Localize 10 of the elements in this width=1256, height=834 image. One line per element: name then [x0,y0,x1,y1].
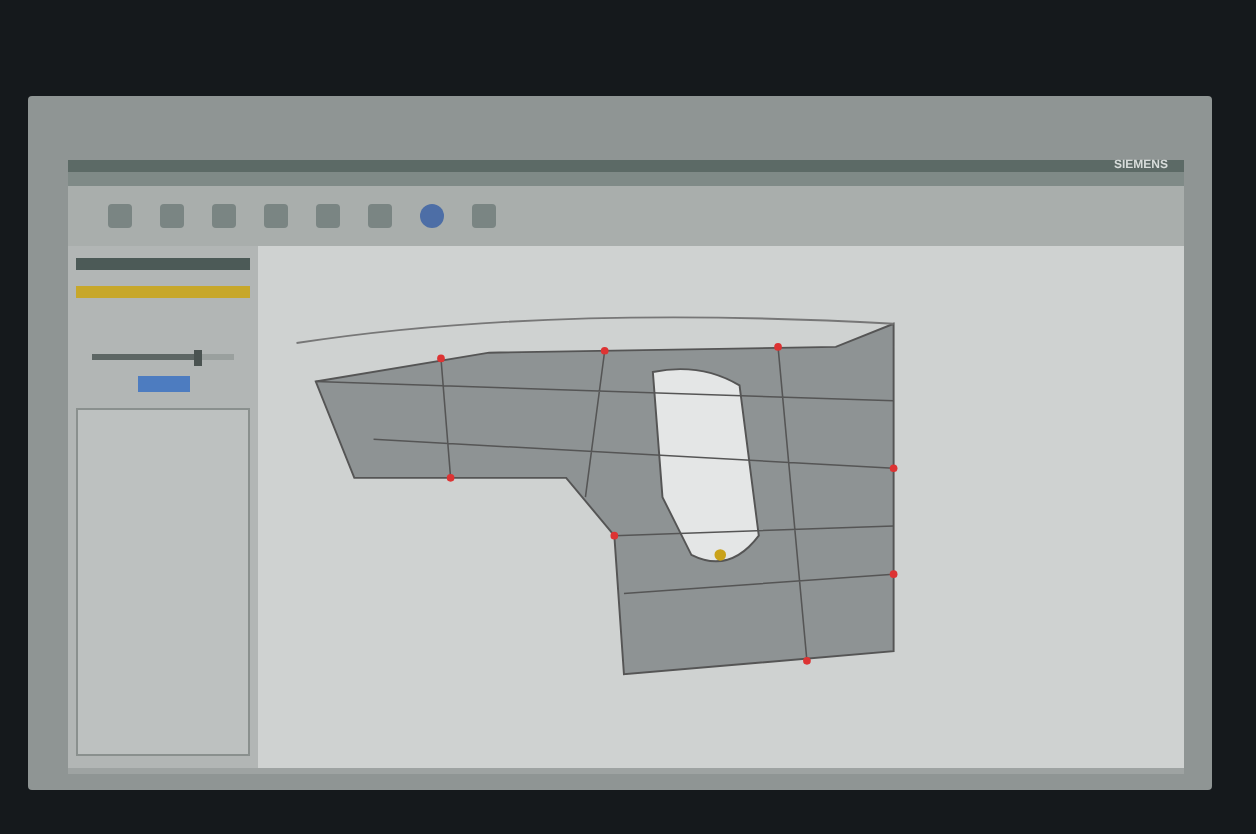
tool-icon[interactable] [160,204,184,228]
tool-icon[interactable] [368,204,392,228]
confirm-button[interactable] [137,376,189,392]
tool-icon[interactable] [472,204,496,228]
tool-icon[interactable] [264,204,288,228]
tool-icon[interactable] [316,204,340,228]
slider-thumb[interactable] [194,349,203,365]
tool-icon[interactable] [212,204,236,228]
tool-icon[interactable] [108,204,132,228]
tool-icon[interactable] [420,204,444,228]
